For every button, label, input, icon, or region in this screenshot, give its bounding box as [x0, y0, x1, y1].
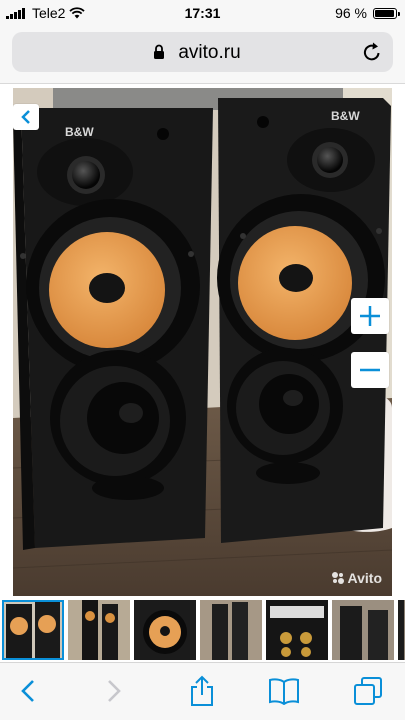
thumbnail-1[interactable]: [2, 600, 64, 660]
browser-header: avito.ru: [0, 26, 405, 84]
thumbnail-4[interactable]: [200, 600, 262, 660]
thumbnail-image: [134, 600, 196, 660]
thumbnail-2[interactable]: [68, 600, 130, 660]
watermark-text: Avito: [347, 570, 382, 586]
avito-logo-icon: [331, 572, 344, 584]
bookmarks-icon: [269, 678, 299, 705]
status-bar: Tele2 17:31 96 %: [0, 0, 405, 26]
minus-icon: [360, 368, 380, 372]
reload-icon[interactable]: [361, 41, 383, 63]
listing-photo[interactable]: B&W B&W Avito: [13, 88, 392, 596]
bookmarks-button[interactable]: [268, 675, 300, 707]
thumbnail-6[interactable]: [332, 600, 394, 660]
tabs-button[interactable]: [352, 675, 384, 707]
share-icon: [191, 675, 213, 706]
svg-text:B&W: B&W: [331, 109, 360, 123]
chevron-left-icon: [21, 110, 30, 124]
thumbnail-5[interactable]: [266, 600, 328, 660]
zoom-in-button[interactable]: [351, 298, 389, 334]
share-button[interactable]: [186, 675, 218, 707]
battery-percent: 96 %: [335, 5, 367, 21]
thumbnail-image: [68, 600, 130, 660]
gallery-back-button[interactable]: [13, 104, 39, 130]
thumbnail-7[interactable]: [398, 600, 405, 660]
thumbnail-image: [398, 600, 405, 660]
svg-text:B&W: B&W: [65, 125, 94, 139]
thumbnail-image: [332, 600, 394, 660]
forward-button[interactable]: [98, 675, 130, 707]
avito-watermark: Avito: [331, 570, 382, 586]
thumbnail-image: [2, 600, 64, 660]
tabs-icon: [354, 677, 382, 705]
battery-icon: [373, 7, 400, 19]
browser-toolbar: [0, 662, 405, 720]
forward-icon: [108, 680, 121, 702]
thumbnail-strip[interactable]: [0, 598, 405, 662]
thumbnail-image: [266, 600, 328, 660]
plus-icon: [360, 306, 380, 326]
thumbnail-image: [200, 600, 262, 660]
zoom-out-button[interactable]: [351, 352, 389, 388]
battery-fill: [375, 9, 395, 17]
back-button[interactable]: [12, 675, 44, 707]
url-text[interactable]: avito.ru: [12, 42, 393, 64]
thumbnail-3[interactable]: [134, 600, 196, 660]
speakers-image: B&W B&W: [13, 88, 392, 596]
back-icon: [21, 680, 34, 702]
status-right: 96 %: [335, 5, 400, 21]
address-bar[interactable]: avito.ru: [12, 32, 393, 72]
